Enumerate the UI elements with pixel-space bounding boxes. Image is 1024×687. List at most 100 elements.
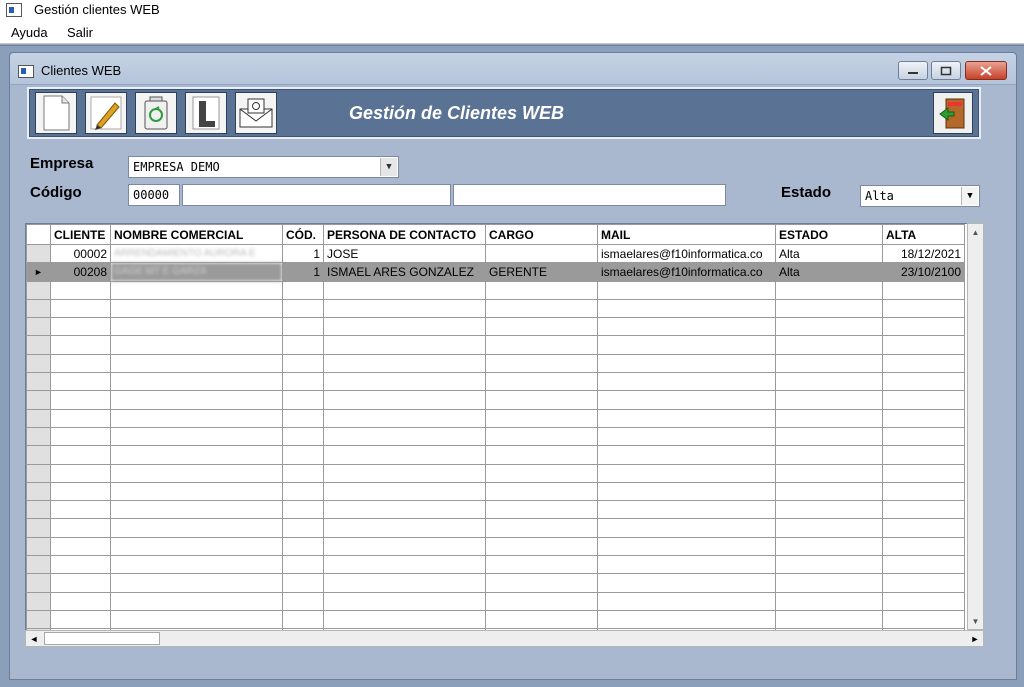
empty-table-row[interactable]: [26, 591, 965, 611]
row-selector[interactable]: [26, 390, 51, 410]
column-header[interactable]: ALTA: [882, 224, 965, 245]
empty-cell[interactable]: [882, 353, 965, 374]
row-selector[interactable]: [26, 353, 51, 374]
empty-cell[interactable]: [485, 463, 598, 483]
empty-table-row[interactable]: [26, 445, 965, 465]
empty-cell[interactable]: [485, 481, 598, 502]
empty-cell[interactable]: [882, 609, 965, 630]
column-header[interactable]: CÓD.: [282, 224, 324, 245]
exit-button[interactable]: [933, 92, 973, 134]
empty-cell[interactable]: [597, 481, 776, 502]
empty-cell[interactable]: [775, 335, 883, 355]
horizontal-scroll-thumb[interactable]: [44, 632, 160, 645]
codigo-name-field[interactable]: [182, 184, 451, 206]
cell-estado[interactable]: Alta: [775, 262, 883, 282]
vertical-scrollbar[interactable]: ▲ ▼: [967, 223, 984, 630]
empty-cell[interactable]: [485, 298, 598, 319]
cell-cod[interactable]: 1: [282, 262, 324, 282]
empty-cell[interactable]: [323, 298, 486, 319]
current-row-marker[interactable]: ►: [26, 262, 51, 282]
empty-cell[interactable]: [282, 372, 324, 392]
empty-cell[interactable]: [775, 298, 883, 319]
row-selector[interactable]: [26, 573, 51, 593]
empty-cell[interactable]: [110, 335, 283, 355]
empty-cell[interactable]: [110, 500, 283, 520]
empty-cell[interactable]: [597, 591, 776, 611]
empty-cell[interactable]: [110, 555, 283, 575]
empty-cell[interactable]: [775, 609, 883, 630]
empty-table-row[interactable]: [26, 390, 965, 410]
row-selector[interactable]: [26, 500, 51, 520]
empty-cell[interactable]: [50, 518, 111, 538]
empty-cell[interactable]: [485, 518, 598, 538]
column-header[interactable]: PERSONA DE CONTACTO: [323, 224, 486, 245]
empty-cell[interactable]: [282, 298, 324, 319]
empty-cell[interactable]: [597, 372, 776, 392]
empty-cell[interactable]: [882, 591, 965, 611]
empty-cell[interactable]: [485, 573, 598, 593]
empty-cell[interactable]: [597, 609, 776, 630]
cell-mail[interactable]: ismaelares@f10informatica.co: [597, 262, 776, 282]
empty-table-row[interactable]: [26, 518, 965, 538]
row-selector[interactable]: [26, 280, 51, 300]
empty-cell[interactable]: [50, 481, 111, 502]
empty-cell[interactable]: [882, 500, 965, 520]
empty-cell[interactable]: [882, 463, 965, 483]
cell-alta[interactable]: 23/10/2100: [882, 262, 965, 282]
empty-cell[interactable]: [110, 426, 283, 447]
empty-cell[interactable]: [597, 536, 776, 557]
empty-table-row[interactable]: [26, 372, 965, 392]
empty-cell[interactable]: [50, 408, 111, 428]
row-selector[interactable]: [26, 372, 51, 392]
empty-cell[interactable]: [485, 445, 598, 465]
empty-table-row[interactable]: [26, 555, 965, 575]
empty-cell[interactable]: [50, 463, 111, 483]
empty-cell[interactable]: [882, 298, 965, 319]
empty-cell[interactable]: [485, 390, 598, 410]
row-selector[interactable]: [26, 536, 51, 557]
empty-cell[interactable]: [597, 500, 776, 520]
empty-cell[interactable]: [775, 408, 883, 428]
empty-cell[interactable]: [775, 591, 883, 611]
empty-cell[interactable]: [282, 463, 324, 483]
empty-cell[interactable]: [597, 445, 776, 465]
empty-cell[interactable]: [485, 609, 598, 630]
empty-cell[interactable]: [597, 317, 776, 337]
row-selector[interactable]: [26, 591, 51, 611]
column-header[interactable]: ESTADO: [775, 224, 883, 245]
empty-cell[interactable]: [282, 445, 324, 465]
empty-cell[interactable]: [50, 591, 111, 611]
empty-cell[interactable]: [323, 353, 486, 374]
empty-cell[interactable]: [282, 591, 324, 611]
empty-cell[interactable]: [323, 445, 486, 465]
row-selector[interactable]: [26, 408, 51, 428]
empty-cell[interactable]: [50, 555, 111, 575]
row-selector[interactable]: [26, 463, 51, 483]
close-button[interactable]: [965, 61, 1007, 80]
empty-table-row[interactable]: [26, 298, 965, 319]
scroll-up-icon[interactable]: ▲: [968, 224, 983, 240]
empty-cell[interactable]: [110, 463, 283, 483]
empty-cell[interactable]: [282, 390, 324, 410]
empty-cell[interactable]: [775, 426, 883, 447]
cell-mail[interactable]: ismaelares@f10informatica.co: [597, 243, 776, 264]
empty-cell[interactable]: [597, 555, 776, 575]
empty-cell[interactable]: [775, 372, 883, 392]
empty-cell[interactable]: [775, 481, 883, 502]
empty-cell[interactable]: [50, 317, 111, 337]
empty-cell[interactable]: [485, 426, 598, 447]
empty-cell[interactable]: [775, 518, 883, 538]
empty-table-row[interactable]: [26, 573, 965, 593]
cell-cargo[interactable]: [485, 243, 598, 264]
row-selector[interactable]: [26, 298, 51, 319]
empty-cell[interactable]: [485, 335, 598, 355]
chevron-down-icon[interactable]: ▼: [961, 187, 978, 205]
empty-cell[interactable]: [282, 426, 324, 447]
empty-cell[interactable]: [485, 280, 598, 300]
empty-cell[interactable]: [882, 317, 965, 337]
empty-cell[interactable]: [110, 280, 283, 300]
empty-cell[interactable]: [110, 591, 283, 611]
empty-cell[interactable]: [775, 463, 883, 483]
empty-cell[interactable]: [485, 317, 598, 337]
empty-cell[interactable]: [110, 317, 283, 337]
